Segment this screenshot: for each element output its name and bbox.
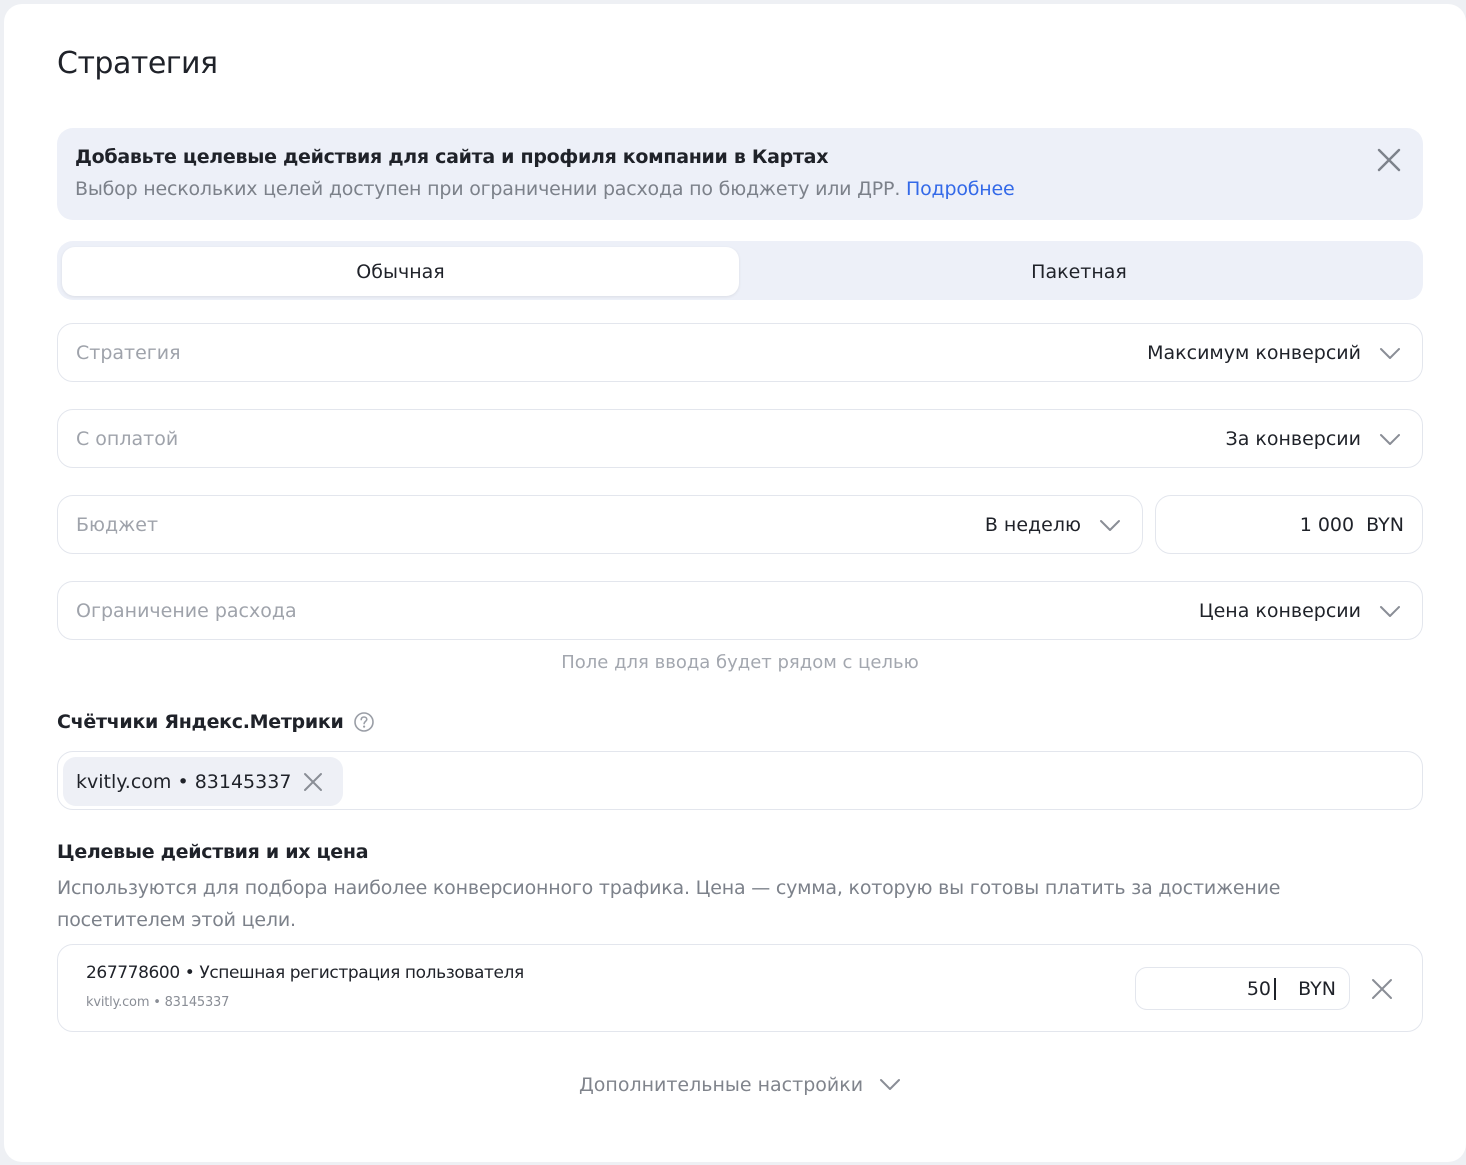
more-settings-label: Дополнительные настройки [578,1074,864,1096]
counter-chip: kvitly.com • 83145337 [63,757,343,806]
help-circle-icon[interactable] [353,711,375,733]
close-icon[interactable] [1373,144,1405,176]
goal-price-input[interactable]: 50 BYN [1135,967,1350,1010]
page-title: Стратегия [57,46,218,81]
chevron-down-icon [1380,347,1400,359]
spend-limit-select[interactable]: Ограничение расхода Цена конверсии [57,581,1423,640]
strategy-select-label: Стратегия [76,341,181,364]
payment-select-value: За конверсии [1225,427,1361,450]
goal-row: 267778600 • Успешная регистрация пользов… [57,944,1423,1032]
banner-description: Выбор нескольких целей доступен при огра… [75,178,901,200]
banner-text: Выбор нескольких целей доступен при огра… [75,178,1015,200]
banner-more-link[interactable]: Подробнее [906,178,1015,200]
strategy-card: Стратегия Добавьте целевые действия для … [4,4,1466,1162]
chevron-down-icon [1380,605,1400,617]
budget-amount-input[interactable]: 1 000 BYN [1155,495,1423,554]
tab-package[interactable]: Пакетная [739,247,1419,296]
budget-label: Бюджет [76,513,159,536]
budget-period-select[interactable]: Бюджет В неделю [57,495,1143,554]
budget-amount-value: 1 000 BYN [1299,513,1404,536]
more-settings-toggle[interactable]: Дополнительные настройки [57,1074,1423,1096]
metrika-label: Счётчики Яндекс.Метрики [57,711,344,733]
close-icon[interactable] [1370,977,1394,1001]
metrika-section-header: Счётчики Яндекс.Метрики [57,711,375,733]
payment-select[interactable]: С оплатой За конверсии [57,409,1423,468]
banner-title: Добавьте целевые действия для сайта и пр… [75,146,829,168]
strategy-select[interactable]: Стратегия Максимум конверсий [57,323,1423,382]
goals-label: Целевые действия и их цена [57,841,369,863]
chevron-down-icon [1380,433,1400,445]
chevron-down-icon [1100,519,1120,531]
chevron-down-icon [880,1079,901,1090]
text-caret [1274,978,1276,1000]
counter-chip-label: kvitly.com • 83145337 [76,770,292,793]
metrika-counters-input[interactable]: kvitly.com • 83145337 [57,751,1423,810]
strategy-type-tabs: Обычная Пакетная [57,241,1423,300]
strategy-select-value: Максимум конверсий [1147,341,1361,364]
spend-limit-hint: Поле для ввода будет рядом с целью [561,652,919,673]
goal-price-currency: BYN [1298,977,1336,1000]
tab-regular[interactable]: Обычная [62,247,739,296]
budget-period-value: В неделю [984,513,1081,536]
goals-description: Используются для подбора наиболее конвер… [57,877,1281,931]
goal-counter: kvitly.com • 83145337 [86,995,230,1010]
close-icon[interactable] [302,771,324,793]
spend-limit-label: Ограничение расхода [76,599,297,622]
spend-limit-value: Цена конверсии [1198,599,1361,622]
info-banner: Добавьте целевые действия для сайта и пр… [57,128,1423,220]
goal-price-value: 50 [1246,977,1271,1000]
goal-title: 267778600 • Успешная регистрация пользов… [86,963,524,983]
payment-select-label: С оплатой [76,427,179,450]
